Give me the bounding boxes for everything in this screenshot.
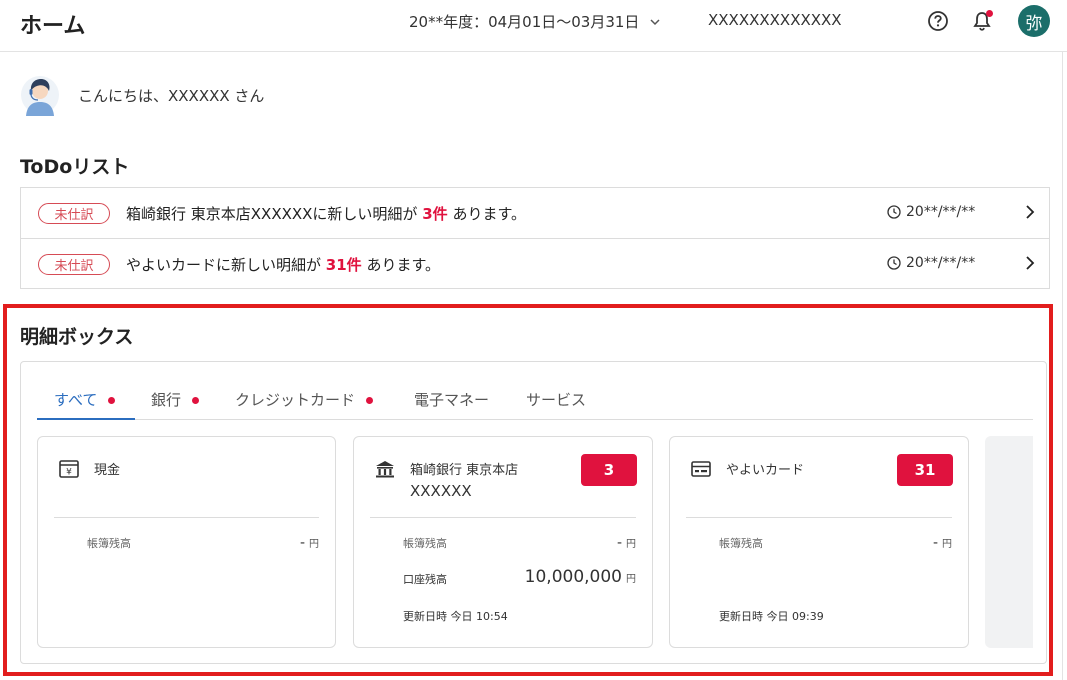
chevron-right-icon: [1026, 256, 1035, 270]
todo-message: 箱崎銀行 東京本店XXXXXXに新しい明細が 3件 あります。: [126, 203, 526, 224]
chevron-down-icon: [650, 18, 660, 25]
content-border: [1062, 52, 1063, 680]
todo-message-suffix: あります。: [366, 256, 440, 274]
unjournaled-badge: 未仕訳: [38, 254, 110, 275]
todo-message-prefix: やよいカードに新しい明細が: [126, 256, 322, 274]
todo-item[interactable]: 未仕訳 箱崎銀行 東京本店XXXXXXに新しい明細が 3件 あります。 20**…: [21, 188, 1049, 238]
user-avatar[interactable]: 弥: [1018, 5, 1050, 37]
fiscal-period-text: 20**年度：04月01日〜03月31日: [409, 13, 640, 31]
fiscal-period-selector[interactable]: 20**年度：04月01日〜03月31日: [409, 11, 661, 32]
page-title: ホーム: [20, 14, 86, 39]
notification-dot: [986, 10, 993, 17]
todo-list: 未仕訳 箱崎銀行 東京本店XXXXXXに新しい明細が 3件 あります。 20**…: [20, 187, 1050, 289]
todo-date-text: 20**/**/**: [906, 204, 976, 220]
assistant-avatar-icon: [21, 76, 59, 116]
todo-message: やよいカードに新しい明細が 31件 あります。: [126, 254, 440, 275]
highlight-frame: [3, 304, 1053, 676]
todo-count: 3件: [422, 205, 448, 223]
clock-icon: [887, 205, 901, 219]
clock-icon: [887, 256, 901, 270]
todo-section-title: ToDoリスト: [20, 156, 130, 178]
todo-date: 20**/**/**: [887, 255, 975, 271]
notification-bell-icon[interactable]: [970, 9, 994, 33]
todo-item[interactable]: 未仕訳 やよいカードに新しい明細が 31件 あります。 20**/**/**: [21, 238, 1049, 288]
todo-date-text: 20**/**/**: [906, 255, 976, 271]
company-name[interactable]: XXXXXXXXXXXXX: [708, 11, 842, 29]
todo-count: 31件: [325, 256, 362, 274]
todo-message-prefix: 箱崎銀行 東京本店XXXXXXに新しい明細が: [126, 205, 418, 223]
todo-message-suffix: あります。: [452, 205, 526, 223]
app-header: ホーム 20**年度：04月01日〜03月31日 XXXXXXXXXXXXX 弥: [0, 0, 1067, 52]
greeting-text: こんにちは、XXXXXX さん: [78, 87, 265, 105]
chevron-right-icon: [1026, 205, 1035, 219]
todo-date: 20**/**/**: [887, 204, 975, 220]
help-icon[interactable]: [926, 9, 950, 33]
unjournaled-badge: 未仕訳: [38, 203, 110, 224]
